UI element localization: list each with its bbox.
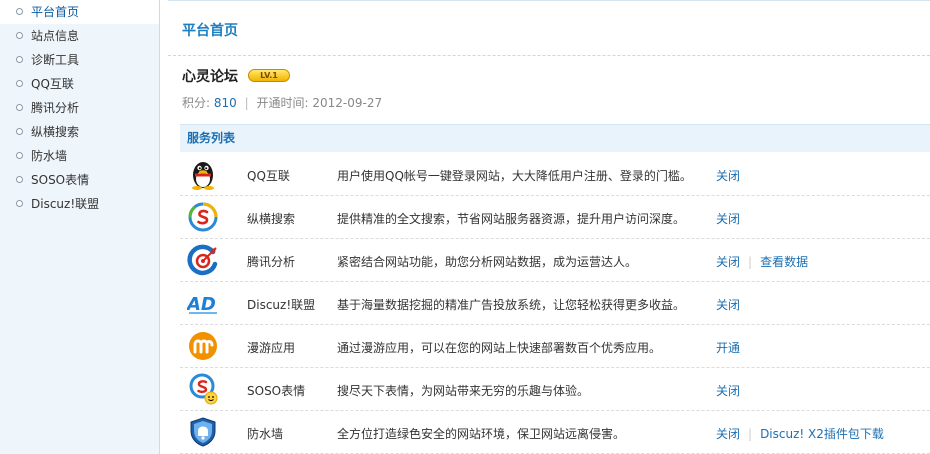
- sidebar-item-label: QQ互联: [31, 77, 74, 91]
- service-actions: 关闭: [716, 167, 740, 184]
- view-data-link[interactable]: 查看数据: [760, 255, 808, 269]
- svg-text:AD: AD: [187, 294, 216, 315]
- services-header: 服务列表: [180, 124, 930, 152]
- opened-value: 2012-09-27: [312, 96, 383, 110]
- service-row-soso-emoticons: SOSO表情 搜尽天下表情，为网站带来无穷的乐趣与体验。 关闭: [180, 368, 930, 411]
- service-actions: 关闭: [716, 382, 740, 399]
- plugin-download-link[interactable]: Discuz! X2插件包下载: [760, 427, 884, 441]
- service-description: 提供精准的全文搜索，节省网站服务器资源，提升用户访问深度。: [337, 212, 686, 226]
- sidebar-item-tencent-analytics[interactable]: 腾讯分析: [0, 96, 159, 120]
- service-name: Discuz!联盟: [247, 298, 316, 312]
- service-row-discuz-union: AD Discuz!联盟 基于海量数据挖掘的精准广告投放系统，让您轻松获得更多收…: [180, 282, 930, 325]
- sidebar-item-qq-connect[interactable]: QQ互联: [0, 72, 159, 96]
- bullet-icon: [16, 56, 23, 63]
- sidebar: 平台首页 站点信息 诊断工具 QQ互联 腾讯分析 纵横搜索 防水墙 SOSO表情…: [0, 0, 160, 454]
- bullet-icon: [16, 32, 23, 39]
- soso-search-icon: [188, 202, 218, 232]
- main-content: 平台首页 心灵论坛 LV.1 积分: 810 | 开通时间: 2012-09-2…: [168, 0, 930, 454]
- sidebar-item-firewall[interactable]: 防水墙: [0, 144, 159, 168]
- close-service-link[interactable]: 关闭: [716, 169, 740, 183]
- service-name: 防水墙: [247, 427, 284, 441]
- top-divider: [168, 0, 930, 5]
- sidebar-item-label: SOSO表情: [31, 173, 90, 187]
- service-row-qq-connect: QQ互联 用户使用QQ帐号一键登录网站，大大降低用户注册、登录的门槛。 关闭: [180, 153, 930, 196]
- service-row-tencent-analytics: 腾讯分析 紧密结合网站功能，助您分析网站数据，成为运营达人。 关闭 | 查看数据: [180, 239, 930, 282]
- service-actions: 关闭 | Discuz! X2插件包下载: [716, 425, 884, 442]
- close-service-link[interactable]: 关闭: [716, 384, 740, 398]
- services-list: QQ互联 用户使用QQ帐号一键登录网站，大大降低用户注册、登录的门槛。 关闭 纵…: [180, 153, 930, 454]
- service-actions: 关闭 | 查看数据: [716, 253, 808, 270]
- service-name: SOSO表情: [247, 384, 306, 398]
- sidebar-item-discuz-union[interactable]: Discuz!联盟: [0, 192, 159, 216]
- service-description: 紧密结合网站功能，助您分析网站数据，成为运营达人。: [337, 255, 638, 269]
- service-actions: 开通: [716, 339, 740, 356]
- page-title: 平台首页: [182, 23, 238, 39]
- tencent-analytics-icon: [187, 244, 218, 276]
- sidebar-item-label: 腾讯分析: [31, 101, 80, 115]
- service-name: 腾讯分析: [247, 255, 296, 269]
- service-name: QQ互联: [247, 169, 290, 183]
- bullet-icon: [16, 8, 23, 15]
- sidebar-item-search[interactable]: 纵横搜索: [0, 120, 159, 144]
- service-row-manyou: 漫游应用 通过漫游应用，可以在您的网站上快速部署数百个优秀应用。 开通: [180, 325, 930, 368]
- action-separator: |: [748, 255, 753, 269]
- sidebar-item-label: 平台首页: [31, 5, 80, 19]
- close-service-link[interactable]: 关闭: [716, 255, 740, 269]
- sidebar-item-home[interactable]: 平台首页: [0, 0, 159, 24]
- qq-penguin-icon: [192, 162, 214, 190]
- service-actions: 关闭: [716, 210, 740, 227]
- opened-label: 开通时间:: [256, 96, 309, 110]
- close-service-link[interactable]: 关闭: [716, 212, 740, 226]
- sidebar-item-diagnostics[interactable]: 诊断工具: [0, 48, 159, 72]
- service-actions: 关闭: [716, 296, 740, 313]
- sidebar-item-label: 防水墙: [31, 149, 68, 163]
- sidebar-item-soso-emoticons[interactable]: SOSO表情: [0, 168, 159, 192]
- service-description: 全方位打造绿色安全的网站环境，保卫网站远离侵害。: [337, 427, 626, 441]
- close-service-link[interactable]: 关闭: [716, 427, 740, 441]
- open-service-link[interactable]: 开通: [716, 341, 740, 355]
- service-description: 基于海量数据挖掘的精准广告投放系统，让您轻松获得更多收益。: [337, 298, 686, 312]
- sidebar-item-label: 纵横搜索: [31, 125, 80, 139]
- bullet-icon: [16, 176, 23, 183]
- service-row-firewall: 防水墙 全方位打造绿色安全的网站环境，保卫网站远离侵害。 关闭 | Discuz! …: [180, 411, 930, 454]
- bullet-icon: [16, 104, 23, 111]
- manyou-icon: [189, 332, 217, 360]
- sidebar-item-label: Discuz!联盟: [31, 197, 100, 211]
- firewall-shield-icon: [190, 417, 216, 447]
- sidebar-item-label: 诊断工具: [31, 53, 80, 67]
- service-description: 搜尽天下表情，为网站带来无穷的乐趣与体验。: [337, 384, 590, 398]
- points-value: 810: [213, 96, 237, 110]
- service-description: 用户使用QQ帐号一键登录网站，大大降低用户注册、登录的门槛。: [337, 169, 692, 183]
- service-name: 纵横搜索: [247, 212, 296, 226]
- level-badge: LV.1: [248, 69, 290, 82]
- service-name: 漫游应用: [247, 341, 296, 355]
- sidebar-item-site-info[interactable]: 站点信息: [0, 24, 159, 48]
- bullet-icon: [16, 80, 23, 87]
- site-name: 心灵论坛: [182, 69, 238, 85]
- bullet-icon: [16, 152, 23, 159]
- title-divider: [168, 55, 930, 56]
- service-row-search: 纵横搜索 提供精准的全文搜索，节省网站服务器资源，提升用户访问深度。 关闭: [180, 196, 930, 239]
- discuz-ad-icon: AD: [187, 294, 217, 315]
- sidebar-item-label: 站点信息: [31, 29, 80, 43]
- soso-emoticon-icon: [189, 373, 218, 405]
- site-meta: 积分: 810 | 开通时间: 2012-09-27: [182, 94, 382, 111]
- close-service-link[interactable]: 关闭: [716, 298, 740, 312]
- bullet-icon: [16, 128, 23, 135]
- points-label: 积分:: [182, 96, 211, 110]
- service-description: 通过漫游应用，可以在您的网站上快速部署数百个优秀应用。: [337, 341, 662, 355]
- action-separator: |: [748, 427, 753, 441]
- meta-separator: |: [244, 96, 249, 110]
- bullet-icon: [16, 200, 23, 207]
